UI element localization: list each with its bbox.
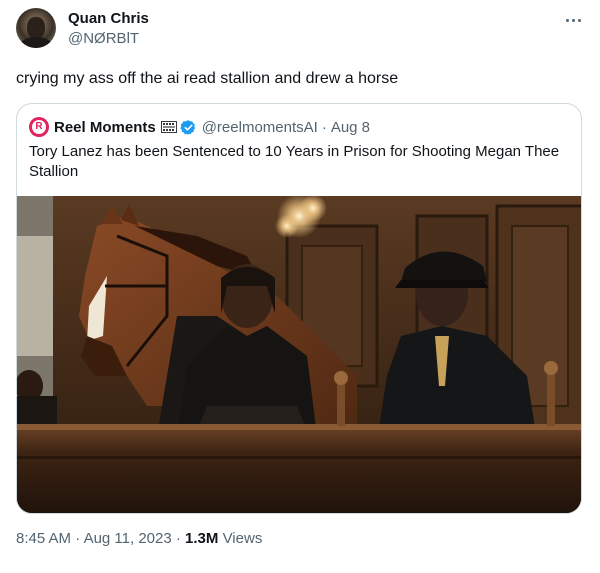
tweet-date[interactable]: Aug 11, 2023 [84,530,172,547]
more-options-icon[interactable] [562,14,584,26]
quoted-image[interactable] [17,196,581,513]
author-name[interactable]: Quan Chris [68,10,149,27]
quoted-text: Tory Lanez has been Sentenced to 10 Year… [29,143,560,180]
quoted-header: R Reel Moments @reelmomentsAI · Aug 8 [29,117,370,137]
author-handle[interactable]: @NØRBlT [68,30,139,47]
tweet-time[interactable]: 8:45 AM [16,530,71,547]
views-label: Views [222,530,263,547]
more-dot [565,18,569,22]
more-dot [577,18,581,22]
quoted-name[interactable]: Reel Moments [54,119,156,136]
footer-separator: · [175,530,181,547]
courtroom-horse-photo [17,196,581,513]
quoted-tweet[interactable]: R Reel Moments @reelmomentsAI · Aug 8 To… [16,103,582,514]
tweet-footer: 8:45 AM · Aug 11, 2023 · 1.3M Views [16,530,262,547]
views-count[interactable]: 1.3M [185,530,218,547]
quoted-separator: · [321,118,327,136]
film-frames-icon [160,121,177,133]
more-dot [571,18,575,22]
author-avatar[interactable] [16,8,56,48]
quoted-date[interactable]: Aug 8 [331,119,370,136]
avatar-shoulders [20,37,52,48]
tweet-text: crying my ass off the ai read stallion a… [16,70,399,87]
avatar-face [27,17,45,39]
quoted-avatar-letter: R [32,120,46,134]
quoted-handle[interactable]: @reelmomentsAI [202,119,318,136]
footer-separator: · [75,530,81,547]
quoted-avatar[interactable]: R [29,117,49,137]
verified-check-icon [180,119,195,135]
tweet: Quan Chris @NØRBlT crying my ass off the… [0,0,600,573]
